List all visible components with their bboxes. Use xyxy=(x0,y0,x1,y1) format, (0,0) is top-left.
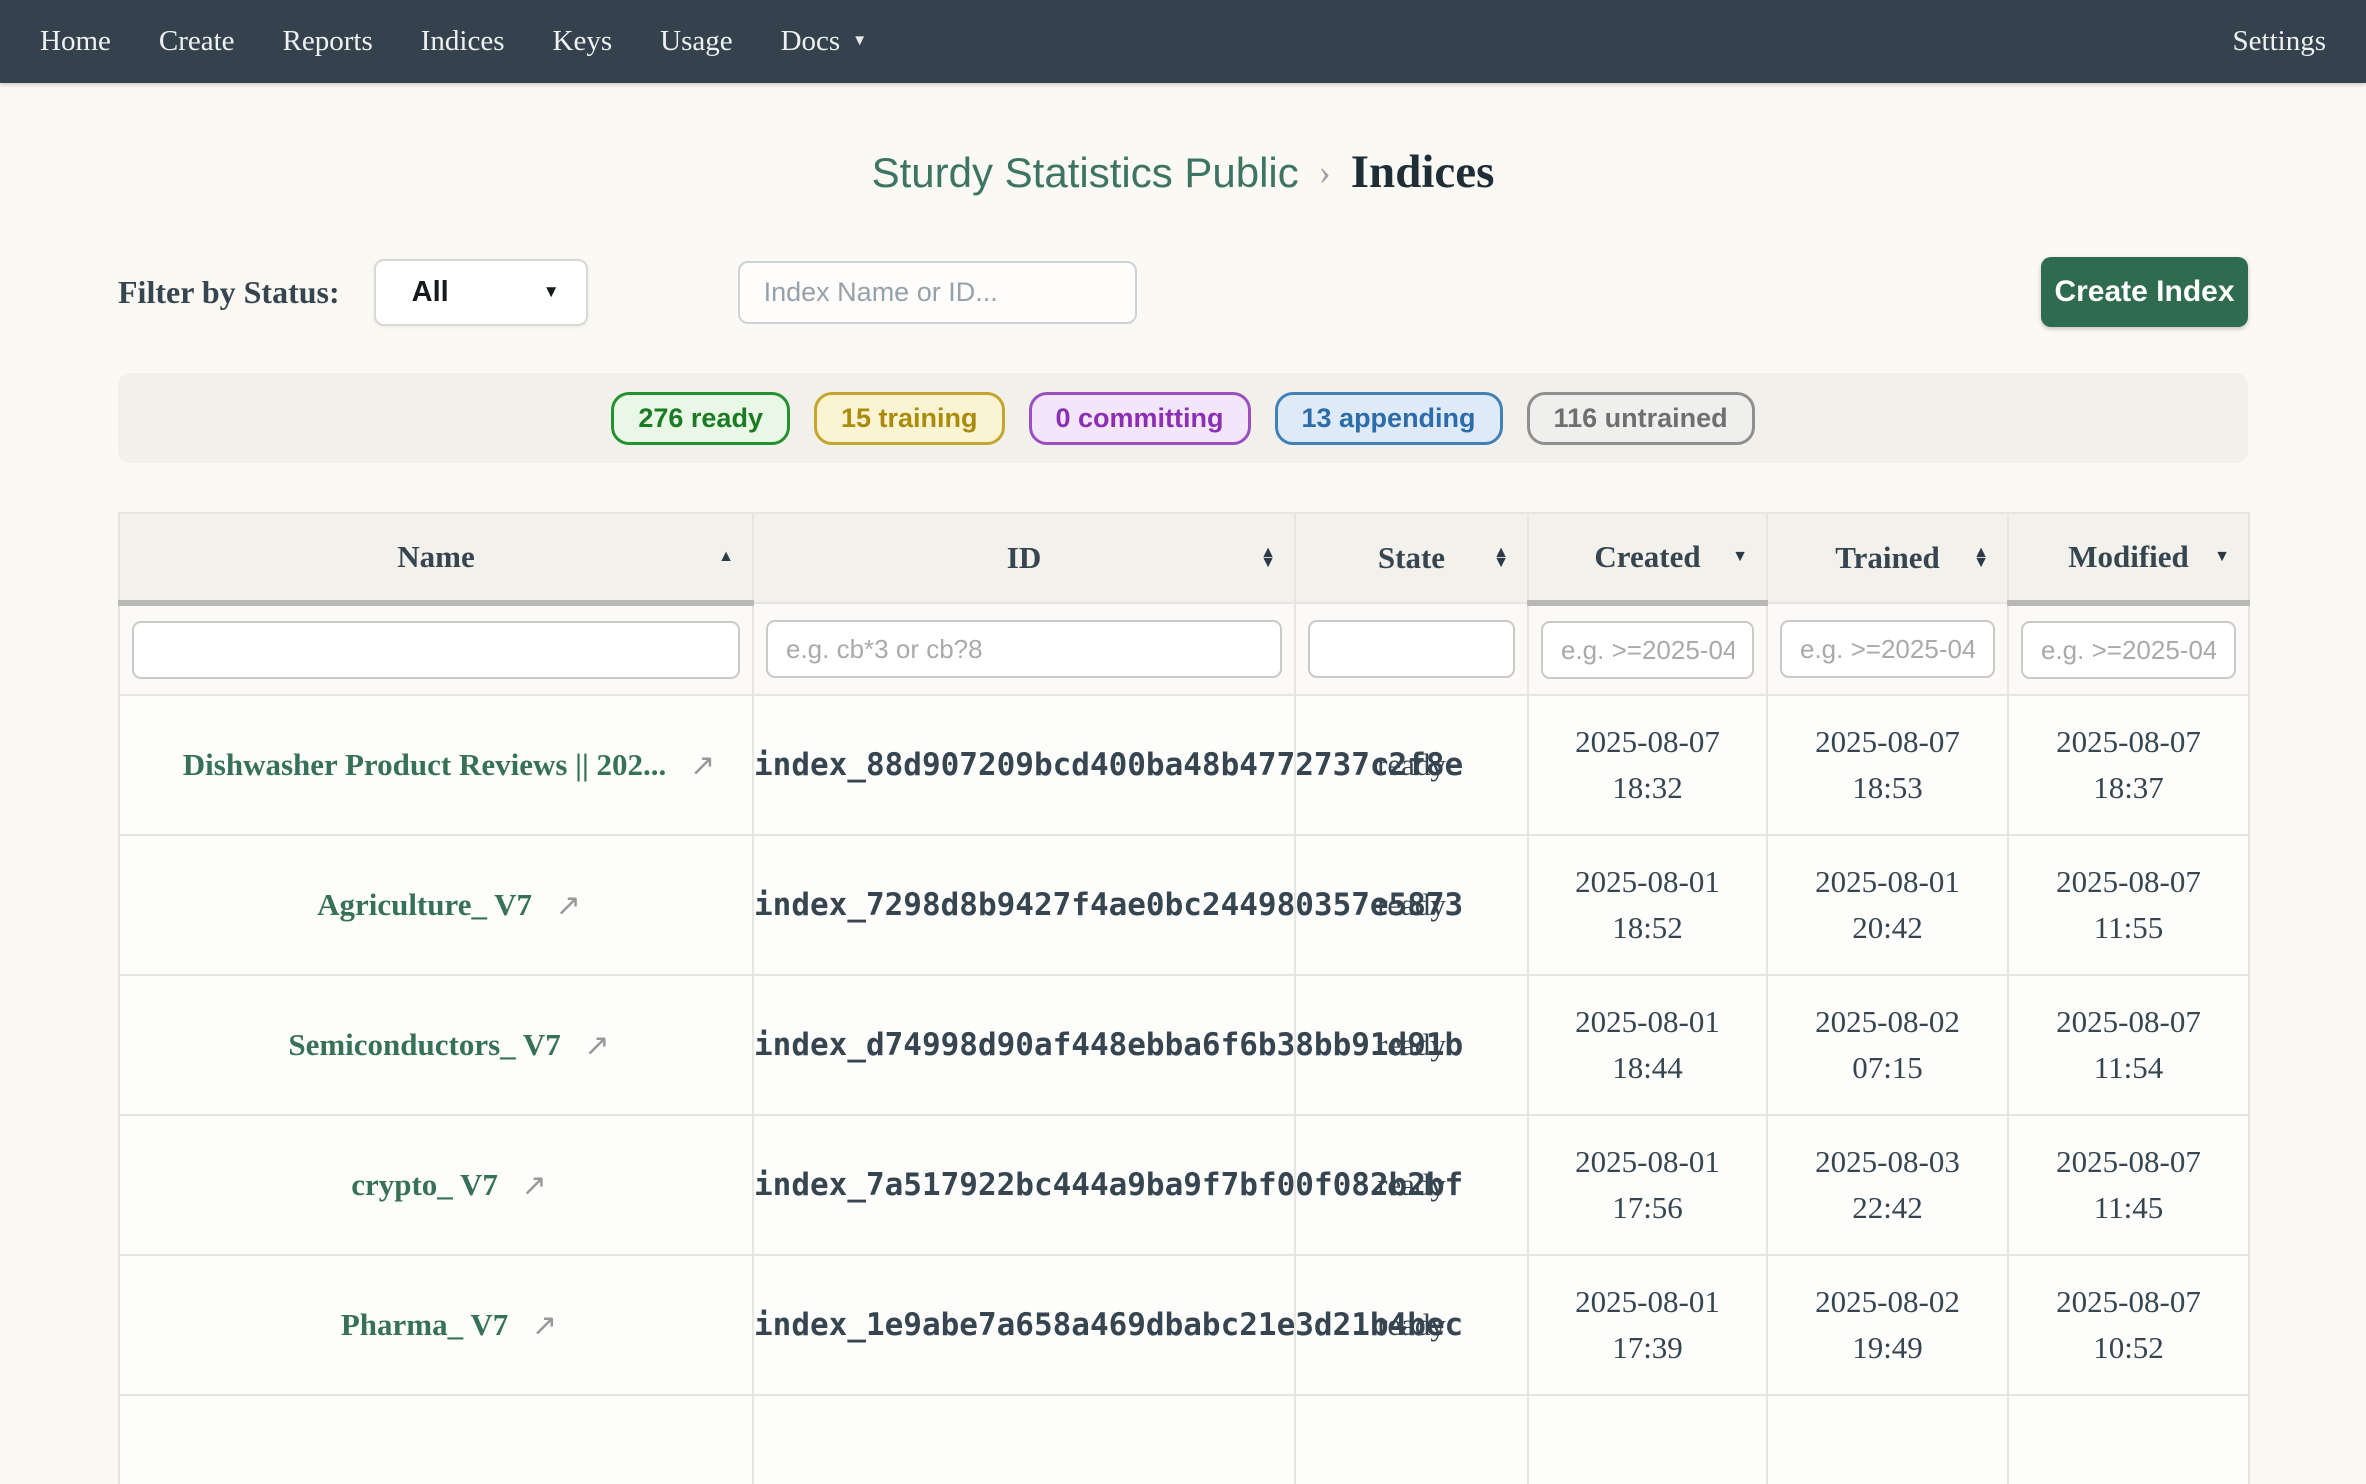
name-filter-input[interactable] xyxy=(132,621,740,679)
table-row-partial xyxy=(119,1395,2249,1484)
status-filter-select[interactable]: All ▼ xyxy=(374,259,588,326)
created-cell: 2025-08-01 18:44 xyxy=(1528,975,1767,1115)
column-header-modified[interactable]: Modified ▼ xyxy=(2008,513,2249,603)
column-header-name[interactable]: Name ▲ xyxy=(119,513,753,603)
trained-cell: 2025-08-02 19:49 xyxy=(1767,1255,2008,1395)
column-label: Name xyxy=(397,539,474,574)
column-header-trained[interactable]: Trained ▲▼ xyxy=(1767,513,2008,603)
external-link-icon: ↗ xyxy=(556,888,581,923)
status-badge-bar: 276 ready 15 training 0 committing 13 ap… xyxy=(118,373,2248,463)
sort-both-icon: ▲▼ xyxy=(1973,548,1989,568)
index-id-cell: index_1e9abe7a658a469dbabc21e3d21b4bec xyxy=(753,1255,1295,1395)
chevron-down-icon: ▼ xyxy=(543,282,560,302)
index-id-cell: index_d74998d90af448ebba6f6b38bb91d91b xyxy=(753,975,1295,1115)
created-filter-input[interactable] xyxy=(1541,621,1754,679)
index-name-link[interactable]: Dishwasher Product Reviews || 202... xyxy=(183,747,667,782)
status-filter-value: All xyxy=(412,276,543,309)
trained-cell: 2025-08-07 18:53 xyxy=(1767,695,2008,835)
trained-cell: 2025-08-02 07:15 xyxy=(1767,975,2008,1115)
nav-item-indices[interactable]: Indices xyxy=(421,25,505,58)
trained-cell: 2025-08-01 20:42 xyxy=(1767,835,2008,975)
filter-bar: Filter by Status: All ▼ Create Index xyxy=(118,257,2248,327)
badge-appending[interactable]: 13 appending xyxy=(1275,392,1503,445)
nav-item-docs[interactable]: Docs ▼ xyxy=(781,25,867,58)
nav-item-usage[interactable]: Usage xyxy=(660,25,732,58)
table-row: Agriculture_ V7 ↗ index_7298d8b9427f4ae0… xyxy=(119,835,2249,975)
id-filter-input[interactable] xyxy=(766,620,1282,678)
created-cell: 2025-08-01 18:52 xyxy=(1528,835,1767,975)
modified-cell: 2025-08-07 11:54 xyxy=(2008,975,2249,1115)
breadcrumb-parent-link[interactable]: Sturdy Statistics Public xyxy=(872,149,1299,196)
table-row: Dishwasher Product Reviews || 202... ↗ i… xyxy=(119,695,2249,835)
index-name-link[interactable]: Agriculture_ V7 xyxy=(317,887,532,922)
index-name-link[interactable]: Semiconductors_ V7 xyxy=(288,1027,560,1062)
trained-filter-input[interactable] xyxy=(1780,620,1995,678)
column-filter-row xyxy=(119,603,2249,695)
sort-desc-icon: ▼ xyxy=(1732,552,1748,562)
search-input[interactable] xyxy=(738,261,1137,324)
created-cell: 2025-08-01 17:39 xyxy=(1528,1255,1767,1395)
index-name-link[interactable]: crypto_ V7 xyxy=(351,1167,498,1202)
column-header-state[interactable]: State ▲▼ xyxy=(1295,513,1528,603)
created-cell: 2025-08-07 18:32 xyxy=(1528,695,1767,835)
column-label: Modified xyxy=(2068,539,2189,574)
table-header-row: Name ▲ ID ▲▼ State ▲▼ xyxy=(119,513,2249,603)
nav-item-reports[interactable]: Reports xyxy=(283,25,373,58)
column-label: State xyxy=(1378,540,1445,575)
modified-cell: 2025-08-07 11:55 xyxy=(2008,835,2249,975)
status-filter-label: Filter by Status: xyxy=(118,274,340,311)
index-id-cell: index_7a517922bc444a9ba9f7bf00f082b2bf xyxy=(753,1115,1295,1255)
external-link-icon: ↗ xyxy=(585,1028,610,1063)
breadcrumb-separator-icon: › xyxy=(1319,152,1331,192)
sort-both-icon: ▲▼ xyxy=(1493,548,1509,568)
page: Home Create Reports Indices Keys Usage D… xyxy=(0,0,2366,1484)
trained-cell: 2025-08-03 22:42 xyxy=(1767,1115,2008,1255)
table-row: Pharma_ V7 ↗ index_1e9abe7a658a469dbabc2… xyxy=(119,1255,2249,1395)
external-link-icon: ↗ xyxy=(690,748,715,783)
nav-item-settings[interactable]: Settings xyxy=(2233,25,2326,58)
top-nav: Home Create Reports Indices Keys Usage D… xyxy=(0,0,2366,83)
docs-label: Docs xyxy=(781,25,841,58)
column-label: Trained xyxy=(1835,540,1940,575)
modified-cell: 2025-08-07 11:45 xyxy=(2008,1115,2249,1255)
column-label: Created xyxy=(1594,539,1700,574)
state-filter-input[interactable] xyxy=(1308,620,1515,678)
modified-cell: 2025-08-07 10:52 xyxy=(2008,1255,2249,1395)
table-row: Semiconductors_ V7 ↗ index_d74998d90af44… xyxy=(119,975,2249,1115)
index-id-cell: index_88d907209bcd400ba48b4772737c2f8e xyxy=(753,695,1295,835)
sort-desc-icon: ▼ xyxy=(2214,552,2230,562)
create-index-button[interactable]: Create Index xyxy=(2041,257,2248,327)
column-header-id[interactable]: ID ▲▼ xyxy=(753,513,1295,603)
sort-both-icon: ▲▼ xyxy=(1260,548,1276,568)
breadcrumb: Sturdy Statistics Public › Indices xyxy=(118,145,2248,199)
nav-item-keys[interactable]: Keys xyxy=(553,25,613,58)
nav-item-home[interactable]: Home xyxy=(40,25,111,58)
external-link-icon: ↗ xyxy=(532,1308,557,1343)
table-row: crypto_ V7 ↗ index_7a517922bc444a9ba9f7b… xyxy=(119,1115,2249,1255)
modified-cell: 2025-08-07 18:37 xyxy=(2008,695,2249,835)
chevron-down-icon: ▼ xyxy=(852,33,867,50)
nav-item-create[interactable]: Create xyxy=(159,25,235,58)
column-header-created[interactable]: Created ▼ xyxy=(1528,513,1767,603)
index-id-cell: index_7298d8b9427f4ae0bc244980357e5873 xyxy=(753,835,1295,975)
modified-filter-input[interactable] xyxy=(2021,621,2236,679)
external-link-icon: ↗ xyxy=(522,1168,547,1203)
page-title: Indices xyxy=(1351,146,1495,198)
badge-committing[interactable]: 0 committing xyxy=(1029,392,1251,445)
badge-ready[interactable]: 276 ready xyxy=(611,392,790,445)
sort-asc-icon: ▲ xyxy=(718,552,734,562)
indices-table: Name ▲ ID ▲▼ State ▲▼ xyxy=(118,512,2250,1484)
badge-untrained[interactable]: 116 untrained xyxy=(1527,392,1755,445)
created-cell: 2025-08-01 17:56 xyxy=(1528,1115,1767,1255)
badge-training[interactable]: 15 training xyxy=(814,392,1005,445)
index-name-link[interactable]: Pharma_ V7 xyxy=(341,1307,508,1342)
column-label: ID xyxy=(1007,540,1041,575)
